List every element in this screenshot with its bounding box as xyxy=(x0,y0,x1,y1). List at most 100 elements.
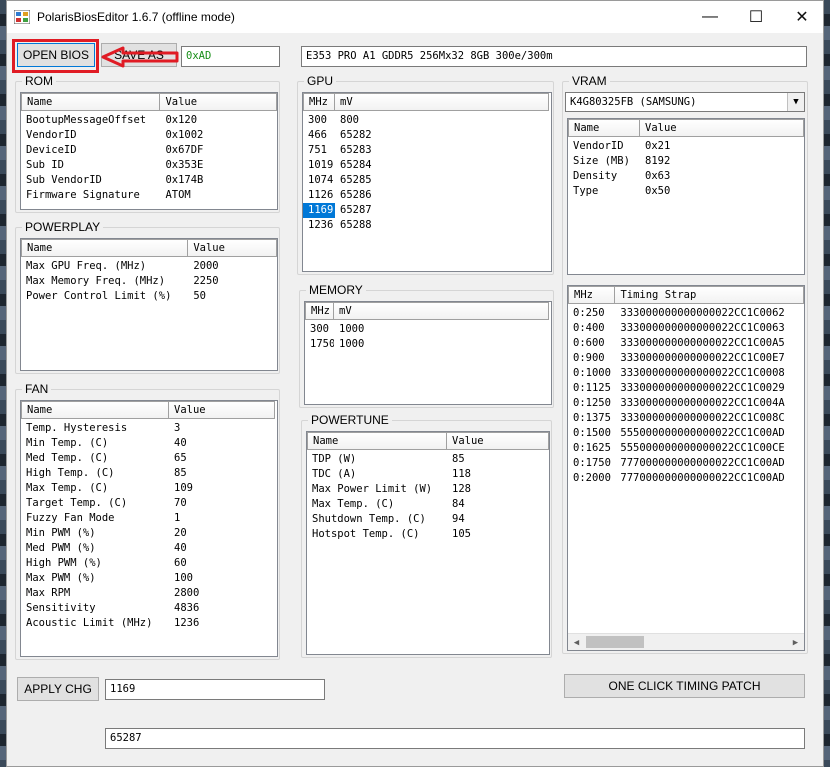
powertune-row[interactable]: Shutdown Temp. (C) 94 xyxy=(307,512,549,527)
timing-row[interactable]: 0:1000 333000000000000022CC1C0008 xyxy=(568,366,804,381)
scroll-right-icon[interactable]: ▶ xyxy=(787,634,804,650)
powerplay-col-value[interactable]: Value xyxy=(188,239,277,257)
timing-row[interactable]: 0:2000 777000000000000022CC1C00AD xyxy=(568,471,804,486)
timing-row[interactable]: 0:1375 333000000000000022CC1C008C xyxy=(568,411,804,426)
timing-strap-list[interactable]: MHz Timing Strap 0:250 333000000000000022… xyxy=(567,285,805,651)
powerplay-row[interactable]: Max GPU Freq. (MHz) 2000 xyxy=(21,259,277,274)
gpu-row[interactable]: 1019 65284 xyxy=(303,158,551,173)
fan-row[interactable]: High PWM (%) 60 xyxy=(21,556,277,571)
timing-row[interactable]: 0:1250 333000000000000022CC1C004A xyxy=(568,396,804,411)
timing-row[interactable]: 0:900 333000000000000022CC1C00E7 xyxy=(568,351,804,366)
gpu-row[interactable]: 1126 65286 xyxy=(303,188,551,203)
rom-list[interactable]: Name Value BootupMessageOffset 0x120 Vendo… xyxy=(20,92,278,210)
vram-row[interactable]: VendorID 0x21 xyxy=(568,139,804,154)
powertune-row[interactable]: Hotspot Temp. (C) 105 xyxy=(307,527,549,542)
fan-list[interactable]: Name Value Temp. Hysteresis 3 Min Temp. (C… xyxy=(20,400,278,657)
fan-row[interactable]: Med Temp. (C) 65 xyxy=(21,451,277,466)
vram-chip-select[interactable]: K4G80325FB (SAMSUNG) ▼ xyxy=(565,92,805,112)
gpu-row[interactable]: 1074 65285 xyxy=(303,173,551,188)
memory-row[interactable]: 300 1000 xyxy=(305,322,551,337)
fan-col-name[interactable]: Name xyxy=(21,401,169,419)
timing-row[interactable]: 0:1750 777000000000000022CC1C00AD xyxy=(568,456,804,471)
powertune-list[interactable]: Name Value TDP (W) 85 TDC (A) 118 Max Power … xyxy=(306,431,550,655)
timing-col-strap[interactable]: Timing Strap xyxy=(615,286,804,304)
powertune-col-name[interactable]: Name xyxy=(307,432,447,450)
powertune-row[interactable]: TDP (W) 85 xyxy=(307,452,549,467)
timing-row[interactable]: 0:1625 555000000000000022CC1C00CE xyxy=(568,441,804,456)
powertune-row[interactable]: TDC (A) 118 xyxy=(307,467,549,482)
fan-row[interactable]: Sensitivity 4836 xyxy=(21,601,277,616)
timing-row[interactable]: 0:400 333000000000000022CC1C0063 xyxy=(568,321,804,336)
powerplay-col-name[interactable]: Name xyxy=(21,239,189,257)
gpu-row[interactable]: 1236 65288 xyxy=(303,218,551,233)
maximize-button[interactable]: ☐ xyxy=(733,1,779,33)
rom-col-name[interactable]: Name xyxy=(21,93,161,111)
fan-row[interactable]: Fuzzy Fan Mode 1 xyxy=(21,511,277,526)
scroll-left-icon[interactable]: ◀ xyxy=(568,634,585,650)
powertune-col-value[interactable]: Value xyxy=(447,432,549,450)
fan-row[interactable]: Med PWM (%) 40 xyxy=(21,541,277,556)
rom-row[interactable]: DeviceID 0x67DF xyxy=(21,143,277,158)
gpu-row[interactable]: 751 65283 xyxy=(303,143,551,158)
timing-row[interactable]: 0:1500 555000000000000022CC1C00AD xyxy=(568,426,804,441)
memory-col-mv[interactable]: mV xyxy=(334,302,549,320)
apply-changes-button[interactable]: APPLY CHG xyxy=(17,677,99,701)
edit-value-field[interactable]: 1169 xyxy=(105,679,325,700)
memory-list[interactable]: MHz mV 300 1000 1750 1000 xyxy=(304,301,552,405)
fan-row[interactable]: Temp. Hysteresis 3 xyxy=(21,421,277,436)
timing-row[interactable]: 0:250 333000000000000022CC1C0062 xyxy=(568,306,804,321)
gpu-row[interactable]: 1169 65287 xyxy=(303,203,551,218)
fan-row[interactable]: Min PWM (%) 20 xyxy=(21,526,277,541)
rom-col-value[interactable]: Value xyxy=(160,93,277,111)
fan-row[interactable]: Min Temp. (C) 40 xyxy=(21,436,277,451)
vram-col-name[interactable]: Name xyxy=(568,119,640,137)
gpu-col-mhz[interactable]: MHz xyxy=(303,93,335,111)
fan-col-value[interactable]: Value xyxy=(169,401,275,419)
fan-row[interactable]: High Temp. (C) 85 xyxy=(21,466,277,481)
fan-row[interactable]: Max PWM (%) 100 xyxy=(21,571,277,586)
chevron-down-icon[interactable]: ▼ xyxy=(787,93,804,111)
vram-row[interactable]: Size (MB) 8192 xyxy=(568,154,804,169)
gpu-cell-value: 65285 xyxy=(340,174,372,186)
gpu-list[interactable]: MHz mV 300 800 466 65282 751 65283 1019 65284 10… xyxy=(302,92,552,272)
timing-cell-key: 0:1625 xyxy=(573,442,611,454)
powerplay-list[interactable]: Name Value Max GPU Freq. (MHz) 2000 Max Me… xyxy=(20,238,278,371)
minimize-button[interactable]: — xyxy=(687,1,733,33)
vram-row[interactable]: Type 0x50 xyxy=(568,184,804,199)
rom-row[interactable]: BootupMessageOffset 0x120 xyxy=(21,113,277,128)
timing-row[interactable]: 0:600 333000000000000022CC1C00A5 xyxy=(568,336,804,351)
rom-row[interactable]: Sub VendorID 0x174B xyxy=(21,173,277,188)
powerplay-row[interactable]: Max Memory Freq. (MHz) 2250 xyxy=(21,274,277,289)
fan-row[interactable]: Target Temp. (C) 70 xyxy=(21,496,277,511)
fan-row[interactable]: Max Temp. (C) 109 xyxy=(21,481,277,496)
rom-row[interactable]: Sub ID 0x353E xyxy=(21,158,277,173)
powertune-row[interactable]: Max Power Limit (W) 128 xyxy=(307,482,549,497)
rom-row[interactable]: VendorID 0x1002 xyxy=(21,128,277,143)
powertune-cell-key: Shutdown Temp. (C) xyxy=(312,513,426,525)
vram-col-value[interactable]: Value xyxy=(640,119,804,137)
fan-row[interactable]: Max RPM 2800 xyxy=(21,586,277,601)
vram-list[interactable]: Name Value VendorID 0x21 Size (MB) 8192 Dens… xyxy=(567,118,805,275)
scrollbar-thumb[interactable] xyxy=(586,636,644,648)
rom-cell-value: 0x353E xyxy=(165,159,204,171)
horizontal-scrollbar[interactable]: ◀ ▶ xyxy=(568,633,804,650)
timing-col-mhz[interactable]: MHz xyxy=(568,286,616,304)
memory-col-mhz[interactable]: MHz xyxy=(305,302,334,320)
fan-cell-key: Med PWM (%) xyxy=(26,542,96,554)
bios-info-field[interactable]: E353 PRO A1 GDDR5 256Mx32 8GB 300e/300m xyxy=(301,46,807,67)
gpu-col-mv[interactable]: mV xyxy=(335,93,549,111)
one-click-timing-patch-button[interactable]: ONE CLICK TIMING PATCH xyxy=(564,674,805,698)
fan-row[interactable]: Acoustic Limit (MHz) 1236 xyxy=(21,616,277,631)
memory-row[interactable]: 1750 1000 xyxy=(305,337,551,352)
timing-row[interactable]: 0:1125 333000000000000022CC1C0029 xyxy=(568,381,804,396)
edit-value2-field[interactable]: 65287 xyxy=(105,728,805,749)
powertune-row[interactable]: Max Temp. (C) 84 xyxy=(307,497,549,512)
rom-row[interactable]: Firmware Signature ATOM xyxy=(21,188,277,203)
checksum-field[interactable]: 0xAD xyxy=(181,46,280,67)
gpu-row[interactable]: 466 65282 xyxy=(303,128,551,143)
vram-row[interactable]: Density 0x63 xyxy=(568,169,804,184)
gpu-row[interactable]: 300 800 xyxy=(303,113,551,128)
powertune-cell-key: Max Power Limit (W) xyxy=(312,483,433,495)
powerplay-row[interactable]: Power Control Limit (%) 50 xyxy=(21,289,277,304)
close-button[interactable]: ✕ xyxy=(779,1,825,33)
